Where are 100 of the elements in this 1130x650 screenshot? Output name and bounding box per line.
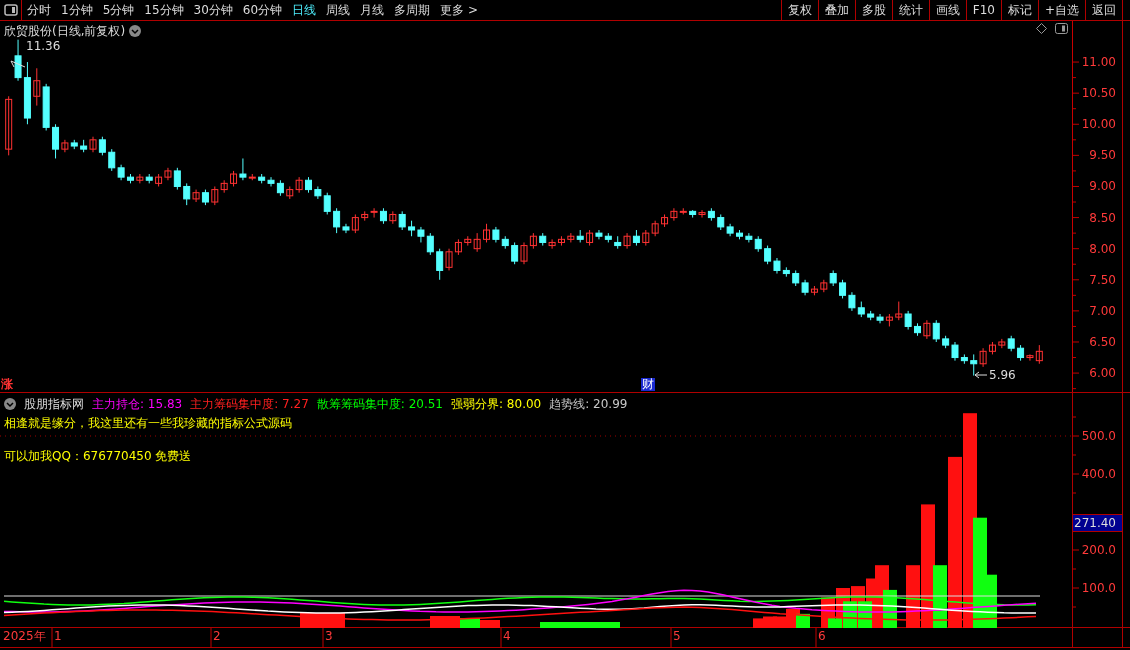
period-tab[interactable]: 30分钟 [188, 0, 238, 20]
candlestick [426, 232, 434, 256]
period-tab[interactable]: 日线 [287, 0, 322, 20]
legend-value: 强弱分界: 80.00 [451, 396, 542, 413]
candlestick [623, 232, 631, 250]
candlestick [370, 207, 378, 219]
price-label: 5.96 [989, 368, 1016, 382]
candlestick [548, 238, 556, 250]
indicator-name: 股朋指标网 [24, 396, 84, 413]
candlestick [932, 319, 940, 343]
date-label: 1 [54, 629, 62, 643]
candlestick [98, 136, 106, 156]
candlestick [211, 185, 219, 206]
candlestick [970, 353, 978, 377]
candlestick [333, 207, 341, 234]
axis-label: 10.50 [1081, 86, 1116, 101]
period-tab[interactable]: 周线 [321, 0, 356, 20]
toolbar-button[interactable]: 画线 [928, 0, 966, 20]
event-marker: 财 [641, 378, 655, 391]
panel-toggle-icon[interactable] [3, 4, 18, 16]
axis-label: 400.0 [1081, 467, 1116, 481]
candlestick [661, 213, 669, 228]
candlestick [951, 341, 959, 362]
date-label: 4 [503, 629, 511, 643]
dropdown-icon[interactable] [129, 25, 142, 37]
period-tab[interactable]: 更多 > [435, 0, 483, 20]
period-tab[interactable]: 月线 [355, 0, 390, 20]
candlestick [483, 223, 491, 243]
period-tab[interactable]: 分时 [22, 0, 56, 20]
dropdown-icon[interactable] [4, 398, 16, 410]
candlestick [192, 189, 200, 203]
candlestick [839, 279, 847, 299]
candlestick [267, 176, 275, 187]
candlestick [895, 301, 903, 321]
chart-title: 欣贸股份(日线,前复权) [4, 23, 126, 40]
period-tab[interactable]: 5分钟 [97, 0, 140, 20]
note-text: 可以加我QQ：676770450 免费送 [4, 448, 192, 465]
legend-value: 散筹筹码集中度: 20.51 [316, 396, 443, 413]
axis-label: 7.50 [1089, 272, 1116, 287]
candlestick [164, 167, 172, 181]
toolbar-button[interactable]: 标记 [1000, 0, 1038, 20]
legend-value: 趋势线: 20.99 [549, 396, 628, 413]
period-tab[interactable]: 15分钟 [139, 0, 189, 20]
candlestick [473, 232, 481, 253]
date-label: 6 [818, 629, 826, 643]
candlestick [904, 310, 912, 331]
axis-label: 7.00 [1089, 303, 1116, 318]
toolbar-button[interactable]: 多股 [854, 0, 892, 20]
date-label: 3 [325, 629, 333, 643]
toolbar-button[interactable]: 叠加 [817, 0, 855, 20]
date-label: 2 [213, 629, 221, 643]
leader-line [974, 371, 988, 379]
panel-icon[interactable] [1055, 23, 1068, 34]
candlestick [286, 185, 294, 200]
candlestick [52, 123, 60, 159]
toolbar-button[interactable]: F10 [965, 0, 1001, 20]
candlestick [389, 210, 397, 225]
candlestick [239, 157, 247, 181]
leader-line [10, 60, 26, 68]
candlestick [33, 67, 41, 107]
candlestick [295, 176, 303, 194]
period-tab[interactable]: 60分钟 [237, 0, 288, 20]
axis-label: 6.50 [1089, 335, 1116, 349]
toolbar-button[interactable]: 复权 [780, 0, 818, 20]
candlestick [14, 39, 22, 82]
candlestick [436, 248, 444, 281]
axis-label: 10.00 [1081, 117, 1116, 132]
period-tab[interactable]: 多周期 [389, 0, 436, 20]
axis-label: 8.50 [1089, 210, 1116, 225]
axis-label: 6.00 [1089, 366, 1116, 381]
toolbar-button[interactable]: 统计 [891, 0, 929, 20]
axis-label: 200.0 [1081, 543, 1116, 557]
price-label: 11.36 [26, 39, 61, 53]
candlestick [923, 319, 931, 340]
candlestick [173, 167, 181, 191]
candlestick [220, 179, 228, 194]
diamond-icon[interactable] [1036, 23, 1047, 34]
candlestick [323, 192, 331, 215]
candlestick [445, 248, 453, 271]
toolbar-button[interactable]: 返回 [1085, 0, 1122, 20]
axis-label: 9.50 [1089, 148, 1116, 163]
candlestick [520, 241, 528, 265]
candlestick [764, 245, 772, 265]
candlestick [670, 207, 678, 222]
candlestick [979, 347, 987, 368]
period-tab[interactable]: 1分钟 [56, 0, 98, 20]
note-text: 相逢就是缘分，我这里还有一些我珍藏的指标公式源码 [4, 415, 292, 432]
toolbar-button[interactable]: +自选 [1037, 0, 1085, 20]
candlestick [351, 213, 359, 234]
candlestick [511, 241, 519, 265]
candlestick [136, 173, 144, 184]
candlestick [1035, 344, 1043, 365]
candlestick [61, 139, 69, 153]
candlestick [108, 148, 116, 172]
candlestick [848, 291, 856, 312]
axis-label: 11.00 [1081, 55, 1116, 70]
candlestick [1026, 353, 1034, 362]
candlestick [698, 209, 706, 219]
axis-label: 500.0 [1081, 429, 1116, 443]
candlestick [183, 182, 191, 206]
